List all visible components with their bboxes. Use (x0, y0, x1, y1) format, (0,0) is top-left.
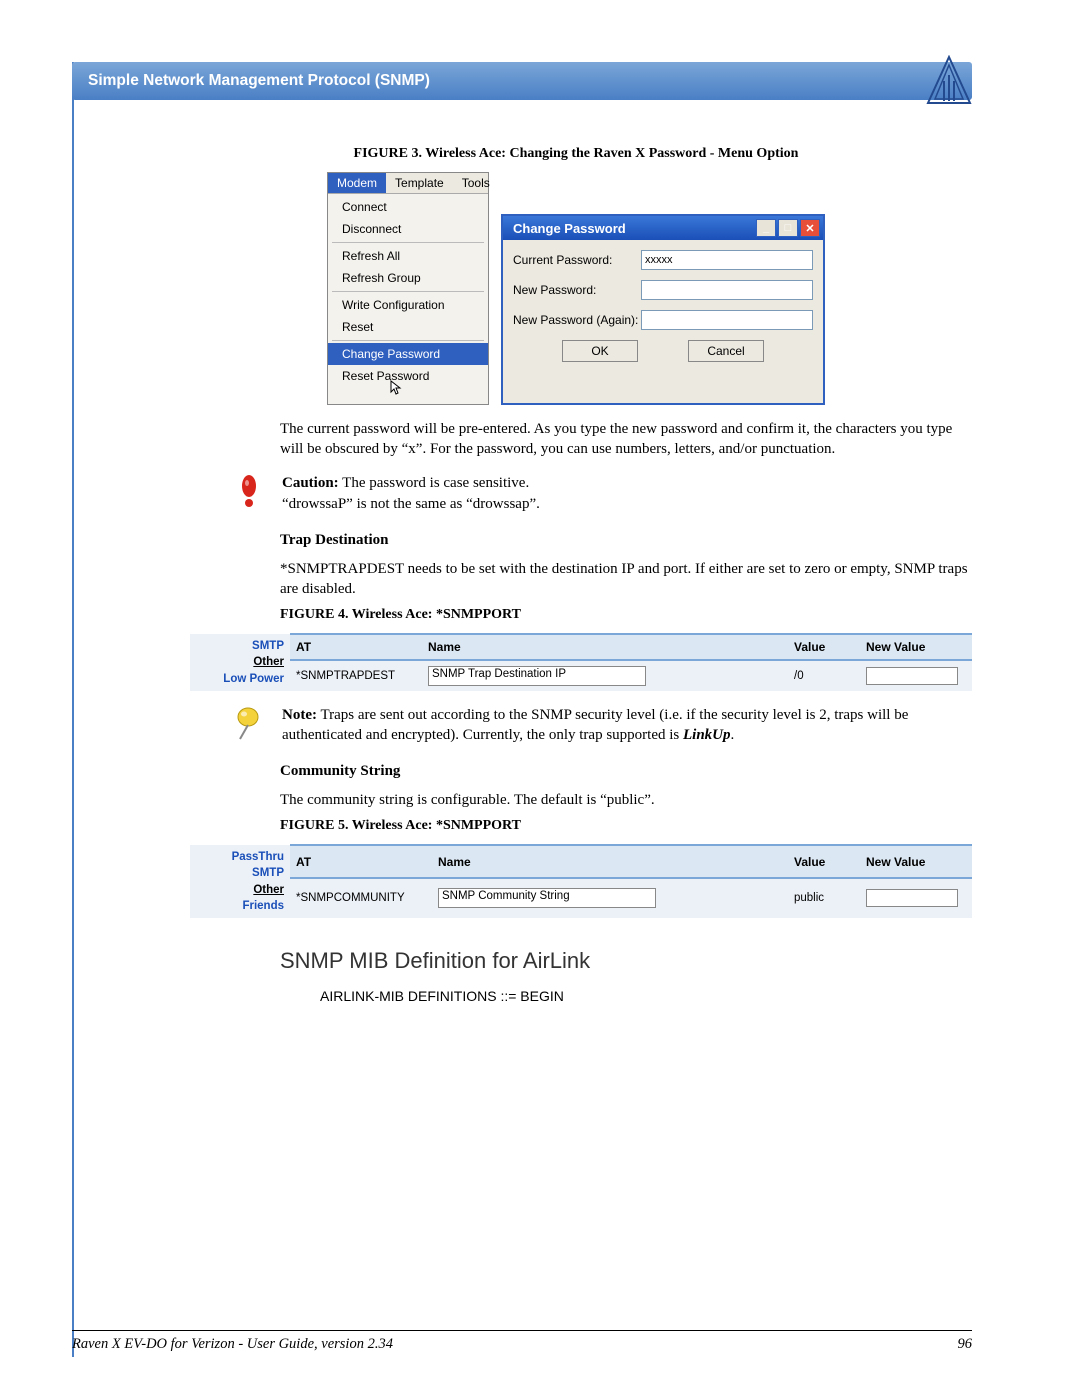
cursor-icon (390, 380, 402, 394)
page-footer: Raven X EV-DO for Verizon - User Guide, … (72, 1336, 972, 1353)
fig4-sidenav: SMTP Other Low Power (190, 634, 290, 690)
community-heading: Community String (280, 763, 972, 780)
ok-button[interactable]: OK (562, 340, 638, 362)
change-password-dialog: Change Password _ □ ✕ Current Password: … (501, 214, 825, 405)
fig5-sidenav: PassThru SMTP Other Friends (190, 845, 290, 917)
figure4-caption: FIGURE 4. Wireless Ace: *SNMPPORT (280, 607, 972, 623)
menubar-template[interactable]: Template (386, 173, 453, 193)
menu-refresh-all[interactable]: Refresh All (328, 245, 488, 267)
dialog-titlebar: Change Password _ □ ✕ (503, 216, 823, 240)
name-display: SNMP Trap Destination IP (428, 666, 646, 686)
col-at: AT (290, 634, 422, 659)
name-display: SNMP Community String (438, 888, 656, 908)
new-pw-again-label: New Password (Again): (513, 313, 641, 327)
new-pw-label: New Password: (513, 283, 641, 297)
menubar-modem[interactable]: Modem (328, 173, 386, 193)
para-password-note: The current password will be pre-entered… (280, 419, 972, 460)
col-name: Name (432, 845, 788, 878)
logo-icon (926, 55, 972, 107)
caution-label: Caution: (282, 475, 339, 491)
menu-disconnect[interactable]: Disconnect (328, 218, 488, 240)
menu-reset-password[interactable]: Reset Password (328, 365, 488, 402)
caution-icon (237, 475, 261, 509)
cancel-button[interactable]: Cancel (688, 340, 764, 362)
caution-block: Caution: The password is case sensitive.… (230, 473, 972, 514)
col-name: Name (422, 634, 788, 659)
menu-sep (332, 242, 484, 243)
table-row: *SNMPCOMMUNITY SNMP Community String pub… (190, 878, 972, 918)
page-number: 96 (958, 1336, 973, 1353)
menu-write-config[interactable]: Write Configuration (328, 294, 488, 316)
figure3-screenshot: Modem Template Tools Connect Disconnect … (180, 172, 972, 405)
page-header-bar: Simple Network Management Protocol (SNMP… (72, 62, 972, 100)
fig5-table: PassThru SMTP Other Friends AT Name Valu… (190, 844, 972, 917)
current-pw-label: Current Password: (513, 253, 641, 267)
new-pw-again-input[interactable] (641, 310, 813, 330)
col-at: AT (290, 845, 432, 878)
app-menu: Modem Template Tools Connect Disconnect … (327, 172, 489, 405)
menu-refresh-group[interactable]: Refresh Group (328, 267, 488, 289)
footer-left: Raven X EV-DO for Verizon - User Guide, … (72, 1336, 393, 1353)
col-newvalue: New Value (860, 845, 972, 878)
note-block: Note: Traps are sent out according to th… (230, 705, 972, 746)
minimize-button[interactable]: _ (756, 219, 776, 237)
col-value: Value (788, 845, 860, 878)
col-newvalue: New Value (860, 634, 972, 659)
menu-reset[interactable]: Reset (328, 316, 488, 338)
community-para: The community string is configurable. Th… (280, 790, 972, 810)
newvalue-input[interactable] (866, 889, 958, 907)
menubar-tools[interactable]: Tools (453, 173, 499, 193)
current-pw-input[interactable] (641, 250, 813, 270)
mib-heading: SNMP MIB Definition for AirLink (280, 948, 972, 974)
note-label: Note: (282, 707, 317, 723)
menu-change-password[interactable]: Change Password (328, 343, 488, 365)
dialog-title: Change Password (513, 221, 626, 236)
page-header-title: Simple Network Management Protocol (SNMP… (88, 72, 430, 90)
col-value: Value (788, 634, 860, 659)
table-row: *SNMPTRAPDEST SNMP Trap Destination IP /… (190, 660, 972, 691)
footer-rule (72, 1330, 972, 1331)
newvalue-input[interactable] (866, 667, 958, 685)
trap-para: *SNMPTRAPDEST needs to be set with the d… (280, 559, 972, 600)
new-pw-input[interactable] (641, 280, 813, 300)
pin-icon (234, 707, 264, 741)
trap-heading: Trap Destination (280, 532, 972, 549)
figure5-caption: FIGURE 5. Wireless Ace: *SNMPPORT (280, 818, 972, 834)
left-vrule (72, 62, 74, 1357)
figure3-caption: FIGURE 3. Wireless Ace: Changing the Rav… (180, 146, 972, 162)
menu-sep (332, 291, 484, 292)
mib-begin: AIRLINK-MIB DEFINITIONS ::= BEGIN (320, 988, 972, 1004)
menubar: Modem Template Tools (328, 173, 488, 194)
menu-connect[interactable]: Connect (328, 196, 488, 218)
maximize-button[interactable]: □ (778, 219, 798, 237)
menu-sep (332, 340, 484, 341)
close-button[interactable]: ✕ (800, 219, 820, 237)
fig4-table: SMTP Other Low Power AT Name Value New V… (190, 633, 972, 690)
